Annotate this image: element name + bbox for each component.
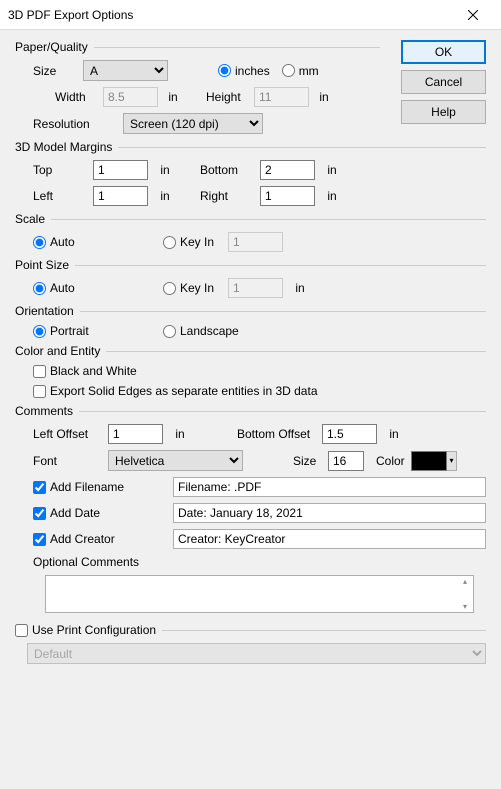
margin-right-label: Right <box>200 189 260 203</box>
font-label: Font <box>33 454 108 468</box>
cancel-button[interactable]: Cancel <box>401 70 486 94</box>
left-offset-input[interactable] <box>108 424 163 444</box>
size-select[interactable]: A <box>83 60 168 81</box>
margin-bottom-input[interactable] <box>260 160 315 180</box>
color-swatch[interactable] <box>411 451 447 471</box>
bw-checkbox[interactable]: Black and White <box>33 364 137 378</box>
ok-button[interactable]: OK <box>401 40 486 64</box>
window-title: 3D PDF Export Options <box>8 8 453 22</box>
font-select[interactable]: Helvetica <box>108 450 243 471</box>
left-offset-unit: in <box>163 427 197 441</box>
color-dropdown-icon[interactable]: ▾ <box>447 451 457 471</box>
optional-comments-textarea[interactable]: ▴ ▾ <box>45 575 474 613</box>
color-label: Color <box>376 454 411 468</box>
scale-legend: Scale <box>15 212 45 226</box>
pointsize-keyin-radio[interactable]: Key In <box>163 281 228 295</box>
scroll-down-icon[interactable]: ▾ <box>458 602 472 611</box>
paper-quality-legend: Paper/Quality <box>15 40 88 54</box>
units-mm-radio[interactable]: mm <box>282 64 319 78</box>
scroll-up-icon[interactable]: ▴ <box>458 577 472 586</box>
add-date-checkbox[interactable]: Add Date <box>33 506 173 520</box>
margins-legend: 3D Model Margins <box>15 140 112 154</box>
margin-left-unit: in <box>148 189 182 203</box>
margin-bottom-label: Bottom <box>200 163 260 177</box>
margin-bottom-unit: in <box>315 163 349 177</box>
width-label: Width <box>55 90 103 104</box>
margin-left-input[interactable] <box>93 186 148 206</box>
solid-edges-checkbox[interactable]: Export Solid Edges as separate entities … <box>33 384 318 398</box>
margin-right-unit: in <box>315 189 349 203</box>
resolution-label: Resolution <box>33 117 123 131</box>
scale-keyin-radio[interactable]: Key In <box>163 235 228 249</box>
close-button[interactable] <box>453 0 493 30</box>
margin-right-input[interactable] <box>260 186 315 206</box>
bottom-offset-unit: in <box>377 427 411 441</box>
filename-display: Filename: .PDF <box>173 477 486 497</box>
scale-auto-radio[interactable]: Auto <box>33 235 163 249</box>
colorentity-legend: Color and Entity <box>15 344 100 358</box>
scale-keyin-input[interactable] <box>228 232 283 252</box>
margin-left-label: Left <box>33 189 93 203</box>
comments-legend: Comments <box>15 404 73 418</box>
orientation-legend: Orientation <box>15 304 74 318</box>
font-size-label: Size <box>293 454 328 468</box>
margin-top-input[interactable] <box>93 160 148 180</box>
height-label: Height <box>206 90 254 104</box>
pointsize-keyin-input[interactable] <box>228 278 283 298</box>
bottom-offset-label: Bottom Offset <box>237 427 322 441</box>
font-size-input[interactable] <box>328 451 364 471</box>
orientation-portrait-radio[interactable]: Portrait <box>33 324 163 338</box>
width-input[interactable] <box>103 87 158 107</box>
resolution-select[interactable]: Screen (120 dpi) <box>123 113 263 134</box>
pointsize-auto-radio[interactable]: Auto <box>33 281 163 295</box>
use-print-config-checkbox[interactable]: Use Print Configuration <box>15 623 156 637</box>
pointsize-unit: in <box>283 281 317 295</box>
add-creator-checkbox[interactable]: Add Creator <box>33 532 173 546</box>
titlebar: 3D PDF Export Options <box>0 0 501 30</box>
creator-display: Creator: KeyCreator <box>173 529 486 549</box>
left-offset-label: Left Offset <box>33 427 108 441</box>
print-config-select[interactable]: Default <box>27 643 486 664</box>
add-filename-checkbox[interactable]: Add Filename <box>33 480 173 494</box>
pointsize-legend: Point Size <box>15 258 69 272</box>
width-unit: in <box>158 90 188 104</box>
height-input[interactable] <box>254 87 309 107</box>
size-label: Size <box>33 64 83 78</box>
optional-comments-label: Optional Comments <box>33 555 139 569</box>
date-display: Date: January 18, 2021 <box>173 503 486 523</box>
units-inches-radio[interactable]: inches <box>218 64 270 78</box>
height-unit: in <box>309 90 339 104</box>
orientation-landscape-radio[interactable]: Landscape <box>163 324 239 338</box>
close-icon <box>468 10 478 20</box>
margin-top-label: Top <box>33 163 93 177</box>
bottom-offset-input[interactable] <box>322 424 377 444</box>
help-button[interactable]: Help <box>401 100 486 124</box>
margin-top-unit: in <box>148 163 182 177</box>
